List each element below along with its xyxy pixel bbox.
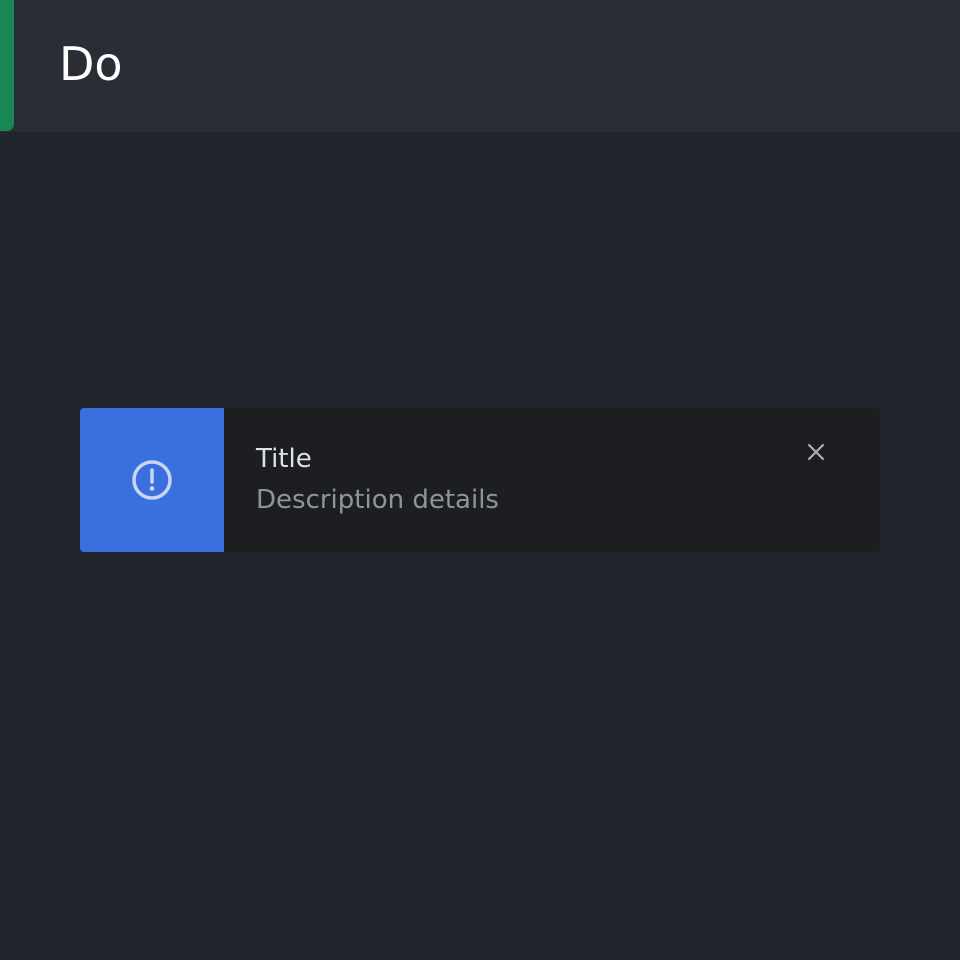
toast-notification: Title Description details	[80, 408, 880, 552]
header-accent-bar	[0, 0, 14, 131]
toast-icon-panel	[80, 408, 224, 552]
page-title: Do	[59, 37, 123, 91]
close-icon[interactable]	[804, 440, 828, 464]
toast-title: Title	[256, 444, 312, 474]
toast-description: Description details	[256, 485, 499, 515]
header-bar: Do	[0, 0, 960, 132]
exclamation-circle-icon	[132, 460, 172, 500]
